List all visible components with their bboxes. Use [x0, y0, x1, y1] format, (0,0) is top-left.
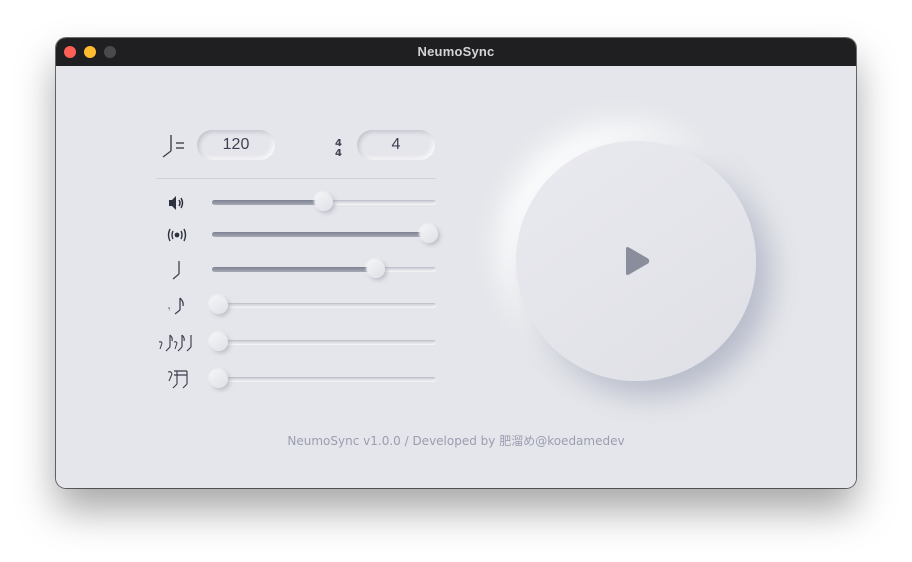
volume-slider-fill: [212, 200, 324, 205]
volume-slider[interactable]: [212, 193, 436, 211]
quarter-note-icon: [172, 261, 180, 280]
svg-text:𝄾: 𝄾: [168, 305, 171, 315]
divider: [156, 178, 436, 179]
vibration-slider-thumb[interactable]: [420, 225, 439, 243]
quarter-note-equals-icon: [162, 135, 184, 158]
quarter-note-slider-thumb[interactable]: [366, 260, 385, 278]
sixteenth-notes-icon: [167, 370, 188, 389]
tempo-input[interactable]: 120: [197, 130, 275, 160]
vibration-slider-fill: [212, 232, 430, 237]
app-window: NeumoSync 120 4 4 4 𝄾 NeumoSync v1.0.0 /…: [56, 38, 856, 488]
quarter-note-slider[interactable]: [212, 260, 436, 278]
time-signature-icon: 4 4: [335, 138, 342, 158]
eighth-note-slider[interactable]: [209, 296, 436, 314]
vibration-waves-icon: [167, 228, 187, 242]
speaker-volume-icon: [169, 196, 184, 210]
triplet-slider-thumb[interactable]: [209, 333, 228, 351]
play-button[interactable]: [516, 141, 756, 381]
quarter-note-slider-fill: [212, 267, 376, 272]
volume-slider-thumb[interactable]: [315, 193, 333, 211]
triplet-notes-icon: [158, 334, 192, 352]
triplet-slider[interactable]: [209, 333, 436, 351]
title-bar: NeumoSync: [56, 38, 856, 66]
vibration-slider[interactable]: [212, 225, 439, 243]
sixteenth-note-slider[interactable]: [209, 370, 436, 388]
window-title: NeumoSync: [417, 44, 495, 59]
eighth-note-icon: 𝄾: [168, 297, 184, 315]
beats-input[interactable]: 4: [357, 130, 435, 160]
play-icon: [626, 247, 650, 275]
sixteenth-note-slider-thumb[interactable]: [209, 370, 228, 388]
main-panel: 120 4 4 4 𝄾 NeumoSync v1.0.0 / Developed…: [56, 66, 856, 488]
footer-credits: NeumoSync v1.0.0 / Developed by 肥溜め@koed…: [287, 434, 625, 448]
eighth-note-slider-thumb[interactable]: [209, 296, 228, 314]
svg-text:4: 4: [335, 148, 342, 158]
